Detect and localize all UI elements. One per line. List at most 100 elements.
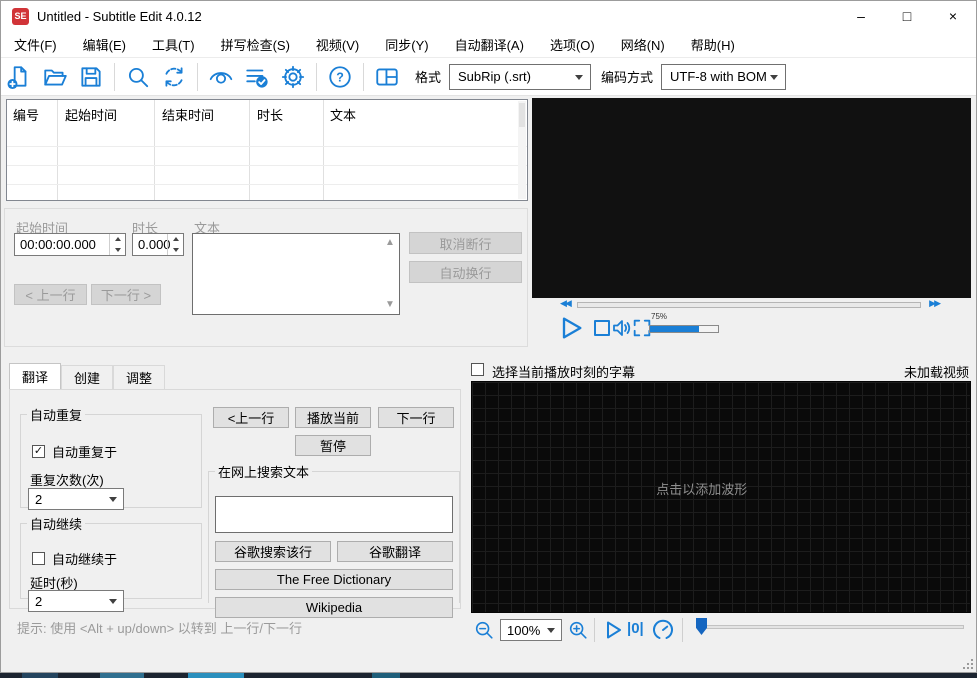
resize-grip[interactable]: [963, 659, 973, 669]
slider-thumb[interactable]: [696, 618, 707, 635]
auto-wrap-button[interactable]: 自动换行: [409, 261, 522, 283]
bottom-tabs: 翻译 创建 调整: [9, 363, 166, 389]
web-search-group: 在网上搜索文本 谷歌搜索该行 谷歌翻译 The Free Dictionary …: [208, 462, 460, 618]
column-header-start[interactable]: 起始时间: [65, 100, 155, 128]
close-button[interactable]: ×: [930, 1, 976, 31]
chevron-down-icon: [770, 74, 779, 80]
menu-spellcheck[interactable]: 拼写检查(S): [208, 31, 303, 57]
auto-repeat-checkbox[interactable]: ✓: [32, 445, 45, 458]
encoding-value: UTF-8 with BOM: [670, 69, 767, 84]
scroll-down-icon[interactable]: ▼: [385, 300, 395, 310]
taskbar-app-fragment: [372, 673, 400, 678]
repeat-count-select[interactable]: 2: [28, 488, 124, 510]
volume-percent-label: 75%: [651, 312, 668, 321]
seek-forward-icon[interactable]: ▶▶: [929, 298, 941, 309]
save-icon[interactable]: [76, 63, 106, 91]
window-title: Untitled - Subtitle Edit 4.0.12: [37, 8, 202, 24]
web-search-input[interactable]: [215, 496, 453, 533]
video-seek-bar[interactable]: [577, 302, 921, 308]
delay-value: 2: [35, 593, 43, 609]
play-from-start-button[interactable]: |0|: [627, 620, 644, 637]
auto-repeat-checkbox-label: 自动重复于: [52, 445, 118, 460]
column-divider: [57, 100, 58, 200]
start-time-input[interactable]: 00:00:00.000: [14, 233, 126, 256]
seek-back-icon[interactable]: ◀◀: [560, 298, 572, 309]
app-logo-text: SE: [14, 11, 27, 21]
video-display: [532, 98, 971, 298]
wikipedia-button[interactable]: Wikipedia: [215, 597, 453, 618]
scrollbar-thumb[interactable]: [519, 103, 525, 127]
play-current-button[interactable]: 播放当前: [295, 407, 371, 428]
column-header-end[interactable]: 结束时间: [162, 100, 250, 128]
volume-slider[interactable]: [649, 325, 719, 333]
next-line-button[interactable]: 下一行: [378, 407, 454, 428]
free-dictionary-button[interactable]: The Free Dictionary: [215, 569, 453, 590]
help-icon[interactable]: ?: [325, 63, 355, 91]
spinner-buttons[interactable]: [167, 234, 183, 255]
start-time-value: 00:00:00.000: [20, 237, 96, 252]
navigation-hint: 提示: 使用 <Alt + up/down> 以转到 上一行/下一行: [17, 621, 302, 636]
menu-tools[interactable]: 工具(T): [139, 31, 208, 57]
spell-check-icon[interactable]: [242, 63, 272, 91]
format-select[interactable]: SubRip (.srt): [449, 63, 592, 90]
waveform-canvas[interactable]: 点击以添加波形: [471, 381, 971, 613]
visual-sync-icon[interactable]: [206, 63, 236, 91]
encoding-select[interactable]: UTF-8 with BOM: [661, 63, 787, 90]
column-header-duration[interactable]: 时长: [257, 100, 323, 128]
subtitle-text-input[interactable]: ▲ ▼: [192, 233, 400, 315]
auto-continue-checkbox-label: 自动继续于: [52, 552, 118, 567]
column-divider: [249, 100, 250, 200]
taskbar-app-fragment: [22, 673, 58, 678]
playback-speed-icon[interactable]: [651, 618, 675, 642]
find-icon[interactable]: [123, 63, 153, 91]
subtitle-list: 编号 起始时间 结束时间 时长 文本: [6, 99, 528, 201]
textarea-scrollbar[interactable]: ▲ ▼: [382, 235, 398, 313]
menu-video[interactable]: 视频(V): [303, 31, 372, 57]
menu-help[interactable]: 帮助(H): [678, 31, 748, 57]
duration-input[interactable]: 0.000: [132, 233, 184, 256]
column-header-number[interactable]: 编号: [13, 100, 57, 128]
previous-line-button[interactable]: < 上一行: [14, 284, 87, 305]
tab-adjust[interactable]: 调整: [113, 365, 166, 389]
select-current-subtitle-checkbox[interactable]: [471, 363, 484, 376]
pause-button[interactable]: 暂停: [295, 435, 371, 456]
new-file-icon[interactable]: [4, 63, 34, 91]
google-translate-button[interactable]: 谷歌翻译: [337, 541, 453, 562]
minimize-button[interactable]: –: [838, 1, 884, 31]
layout-icon[interactable]: [372, 63, 402, 91]
waveform-play-button[interactable]: [601, 618, 625, 642]
play-button[interactable]: [557, 314, 587, 342]
prev-line-button[interactable]: <上一行: [213, 407, 289, 428]
menu-network[interactable]: 网络(N): [608, 31, 678, 57]
waveform-zoom-out-icon[interactable]: [473, 619, 495, 641]
google-search-line-button[interactable]: 谷歌搜索该行: [215, 541, 331, 562]
tab-create[interactable]: 创建: [61, 365, 114, 389]
waveform-zoom-select[interactable]: 100%: [500, 619, 562, 641]
toolbar-separator: [316, 62, 317, 91]
scroll-up-icon[interactable]: ▲: [385, 238, 395, 248]
chevron-down-icon: [109, 497, 117, 502]
replace-icon[interactable]: [159, 63, 189, 91]
next-line-button[interactable]: 下一行 >: [91, 284, 161, 305]
open-folder-icon[interactable]: [40, 63, 70, 91]
menu-autotranslate[interactable]: 自动翻译(A): [442, 31, 537, 57]
waveform-position-slider[interactable]: [706, 625, 964, 629]
auto-continue-checkbox[interactable]: [32, 552, 45, 565]
menu-options[interactable]: 选项(O): [537, 31, 608, 57]
svg-text:?: ?: [336, 70, 344, 84]
delay-select[interactable]: 2: [28, 590, 124, 612]
column-header-text[interactable]: 文本: [330, 100, 510, 128]
settings-gear-icon[interactable]: [278, 63, 308, 91]
row-divider: [7, 146, 527, 147]
spinner-buttons[interactable]: [109, 234, 125, 255]
taskbar-app-fragment: [100, 673, 144, 678]
menu-edit[interactable]: 编辑(E): [70, 31, 139, 57]
list-scrollbar[interactable]: [518, 101, 526, 199]
menu-file[interactable]: 文件(F): [1, 31, 70, 57]
auto-continue-group: 自动继续 自动继续于 延时(秒) 2: [20, 514, 202, 612]
unbreak-lines-button[interactable]: 取消断行: [409, 232, 522, 254]
menu-sync[interactable]: 同步(Y): [372, 31, 441, 57]
tab-translate[interactable]: 翻译: [9, 363, 62, 389]
waveform-zoom-in-icon[interactable]: [567, 619, 589, 641]
maximize-button[interactable]: □: [884, 1, 930, 31]
